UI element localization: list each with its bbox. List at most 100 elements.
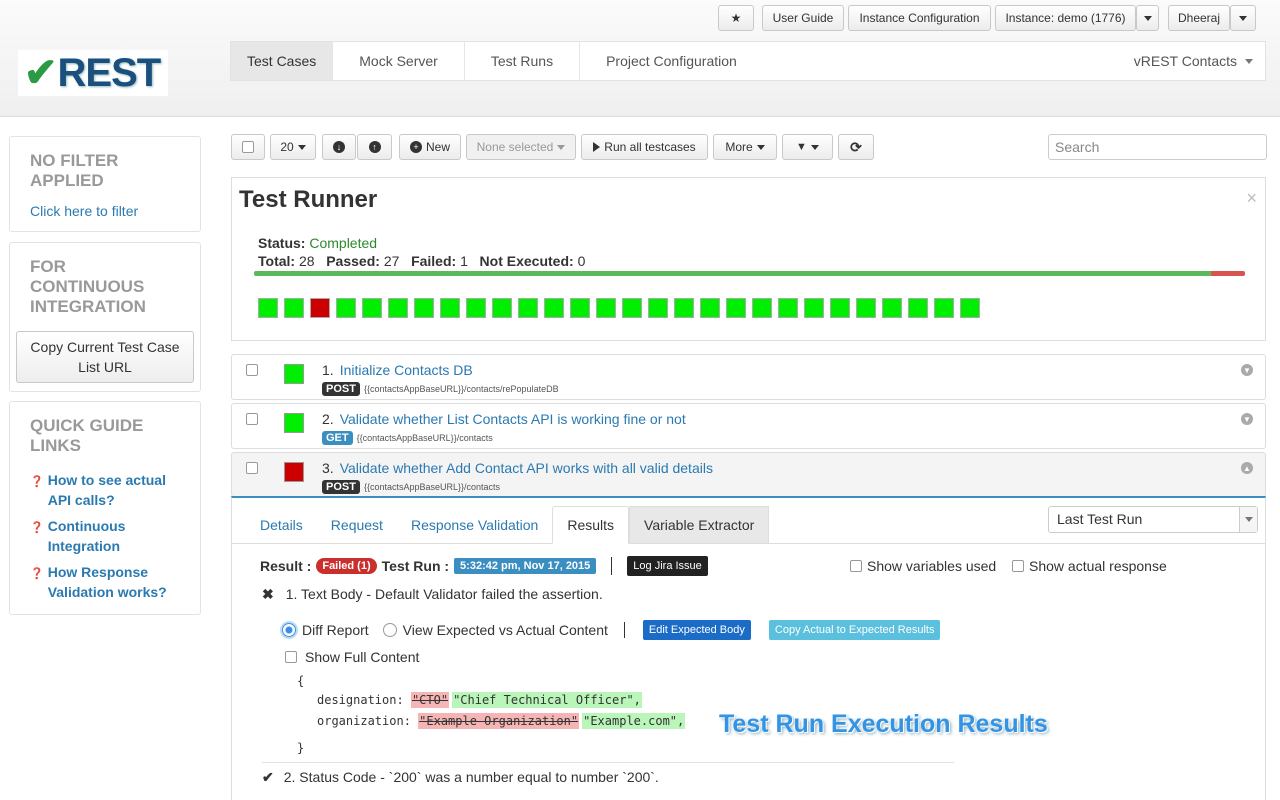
expand-icon[interactable]: ▼ [1241,364,1253,376]
filter-link[interactable]: Click here to filter [30,203,180,219]
result-square-pass[interactable] [934,298,954,318]
separator [623,622,625,638]
instance-button[interactable]: Instance: demo (1776) [995,5,1136,31]
more-dropdown[interactable]: More [713,134,777,160]
result-square-pass[interactable] [544,298,564,318]
result-square-pass[interactable] [856,298,876,318]
expand-icon[interactable]: ▼ [1241,413,1253,425]
tab-request[interactable]: Request [317,506,397,544]
test-run-select[interactable]: Last Test Run [1048,506,1258,533]
testcase-row[interactable]: 2. Validate whether List Contacts API is … [231,403,1266,449]
row-checkbox[interactable] [246,364,258,376]
guide-link-response-validation[interactable]: How Response Validation works? [48,562,180,602]
show-variables-checkbox[interactable] [850,560,862,572]
testcase-request: POST {{contactsAppBaseURL}}/contacts [322,480,500,494]
show-actual-checkbox[interactable] [1012,560,1024,572]
result-square-pass[interactable] [492,298,512,318]
tab-details[interactable]: Details [246,506,317,544]
refresh-button[interactable]: ⟳ [838,134,874,160]
result-square-pass[interactable] [882,298,902,318]
result-square-pass[interactable] [908,298,928,318]
tab-results[interactable]: Results [552,506,630,544]
tab-response-validation[interactable]: Response Validation [397,506,552,544]
testcase-link[interactable]: Initialize Contacts DB [340,362,473,378]
upload-button[interactable]: ↑ [357,134,392,160]
close-icon[interactable]: × [1246,188,1257,209]
result-square-pass[interactable] [258,298,278,318]
search-input[interactable] [1048,134,1267,160]
show-full-content-checkbox[interactable] [285,651,297,663]
result-square-pass[interactable] [830,298,850,318]
result-square-pass[interactable] [388,298,408,318]
failed-count: 1 [460,253,468,269]
testcase-row-selected[interactable]: 3. Validate whether Add Contact API works… [231,452,1266,497]
result-square-pass[interactable] [414,298,434,318]
progress-passed-segment [254,271,1212,276]
testcase-row[interactable]: 1. Initialize Contacts DB POST {{contactsA… [231,354,1266,400]
result-square-pass[interactable] [362,298,382,318]
run-all-button[interactable]: Run all testcases [581,134,708,160]
show-variables-option[interactable]: Show variables used [850,558,996,574]
refresh-icon: ⟳ [850,138,862,155]
diff-report-radio[interactable] [282,623,296,637]
user-guide-button[interactable]: User Guide [762,5,844,31]
arrow-up-icon: ↑ [368,141,381,153]
guide-link-ci[interactable]: Continuous Integration [48,516,180,556]
result-square-pass[interactable] [700,298,720,318]
view-expected-radio[interactable] [382,623,397,637]
guide-link-api-calls[interactable]: How to see actual API calls? [48,470,180,510]
result-square-pass[interactable] [778,298,798,318]
result-square-pass[interactable] [440,298,460,318]
instance-dropdown-button[interactable] [1136,5,1159,31]
result-square-pass[interactable] [752,298,772,318]
user-dropdown-button[interactable] [1230,5,1256,31]
result-square-pass[interactable] [336,298,356,318]
result-square-pass[interactable] [960,298,980,318]
result-square-pass[interactable] [674,298,694,318]
tab-test-runs[interactable]: Test Runs [465,42,581,80]
result-square-fail[interactable] [310,298,330,318]
show-full-content-option[interactable]: Show Full Content [285,649,419,665]
result-square-pass[interactable] [466,298,486,318]
show-actual-option[interactable]: Show actual response [1012,558,1167,574]
result-square-pass[interactable] [804,298,824,318]
row-checkbox[interactable] [246,413,258,425]
bulk-select-dropdown[interactable]: None selected [466,134,576,160]
assertion-2-text: 2. Status Code - `200` was a number equa… [283,769,659,785]
detail-tabs: Details Request Response Validation Resu… [246,506,770,544]
collapse-icon[interactable]: ▲ [1241,462,1253,474]
result-square-pass[interactable] [726,298,746,318]
tab-variable-extractor[interactable]: Variable Extractor [629,506,770,544]
tab-mock-server[interactable]: Mock Server [333,42,465,80]
edit-expected-body-button[interactable]: Edit Expected Body [642,620,751,640]
copy-list-url-button[interactable]: Copy Current Test Case List URL [16,331,194,383]
result-square-pass[interactable] [518,298,538,318]
not-executed-label: Not Executed: [479,253,574,269]
row-checkbox[interactable] [246,462,258,474]
result-square-pass[interactable] [570,298,590,318]
instance-configuration-button[interactable]: Instance Configuration [848,5,991,31]
result-square-pass[interactable] [622,298,642,318]
download-button[interactable]: ↓ [322,134,356,160]
user-button[interactable]: Dheeraj [1168,5,1230,31]
filter-dropdown[interactable]: ▼ [782,134,833,160]
chevron-down-icon [1245,58,1253,64]
result-square-pass[interactable] [284,298,304,318]
tab-project-configuration[interactable]: Project Configuration [580,42,763,80]
favorite-star-button[interactable]: ★ [718,5,754,31]
testcase-link[interactable]: Validate whether List Contacts API is wo… [340,411,686,427]
new-testcase-button[interactable]: + New [399,134,461,160]
result-square-pass[interactable] [648,298,668,318]
testcase-link[interactable]: Validate whether Add Contact API works w… [340,460,713,476]
chevron-down-icon [810,144,819,150]
select-all-checkbox[interactable] [231,134,265,160]
log-jira-button[interactable]: Log Jira Issue [627,556,708,576]
project-menu[interactable]: vREST Contacts [1134,42,1253,80]
vrest-logo[interactable]: ✔ REST [18,50,168,96]
tab-test-cases[interactable]: Test Cases [231,42,334,80]
request-url: {{contactsAppBaseURL}}/contacts/rePopula… [363,384,559,394]
request-url: {{contactsAppBaseURL}}/contacts [363,482,501,492]
page-size-dropdown[interactable]: 20 [270,134,316,160]
copy-actual-to-expected-button[interactable]: Copy Actual to Expected Results [768,620,941,640]
result-square-pass[interactable] [596,298,616,318]
